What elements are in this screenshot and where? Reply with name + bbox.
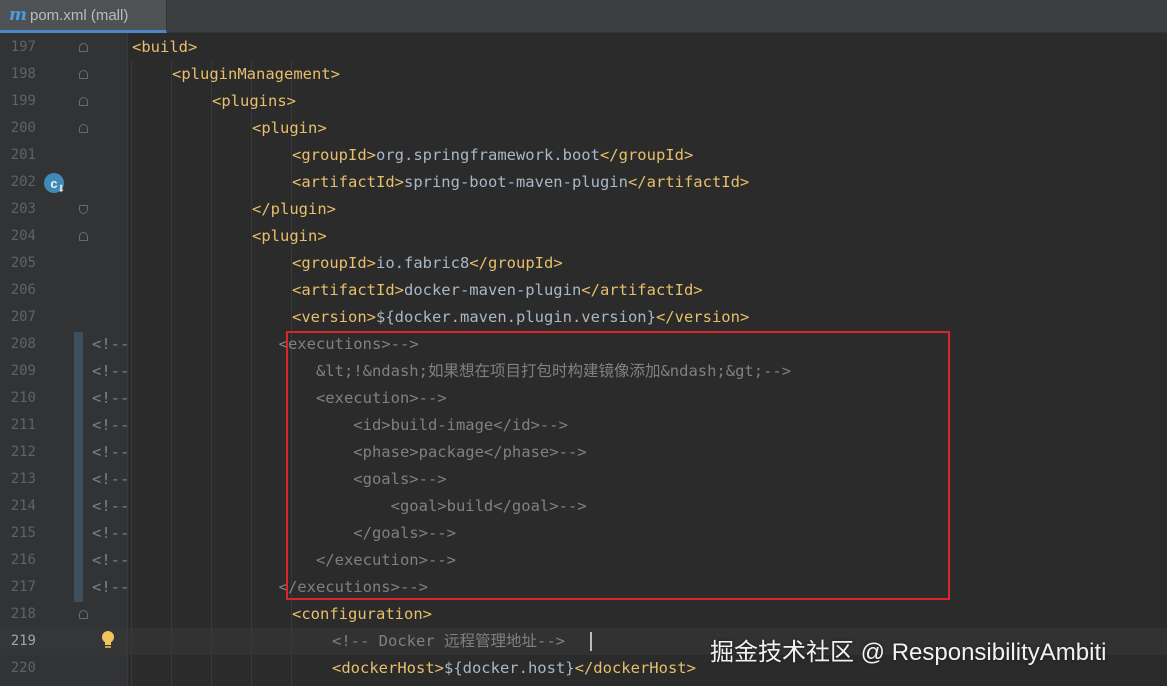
- line-number: 202: [10, 174, 36, 190]
- line-number: 203: [10, 201, 36, 217]
- xml-tag: </version>: [655, 308, 750, 326]
- tag-value: spring-boot-maven-plugin: [403, 173, 628, 191]
- code-line[interactable]: <dockerHost>${docker.host}</dockerHost>: [332, 655, 696, 682]
- line-number: 211: [10, 417, 36, 433]
- code-line[interactable]: <groupId>org.springframework.boot</group…: [292, 142, 693, 169]
- fold-marker[interactable]: [79, 232, 88, 241]
- line-number: 209: [10, 363, 36, 379]
- line-number: 208: [10, 336, 36, 352]
- line-number: 207: [10, 309, 36, 325]
- xml-tag: <version>: [292, 308, 376, 326]
- tab-bar: m pom.xml (mall): [0, 0, 1167, 33]
- xml-tag: </artifactId>: [627, 173, 750, 191]
- annotation-highlight-box: [286, 331, 950, 600]
- tab-pom-xml[interactable]: m pom.xml (mall): [0, 0, 167, 33]
- code-line[interactable]: <plugin>: [252, 223, 327, 250]
- watermark: 掘金技术社区 @ ResponsibilityAmbiti: [710, 639, 1107, 666]
- fold-marker[interactable]: [79, 205, 88, 214]
- code-line[interactable]: <pluginManagement>: [172, 61, 340, 88]
- xml-tag: <plugin>: [252, 227, 327, 245]
- line-number: 210: [10, 390, 36, 406]
- xml-tag: <configuration>: [292, 605, 432, 623]
- line-number: 215: [10, 525, 36, 541]
- tag-value: org.springframework.boot: [376, 146, 600, 164]
- line-number: 217: [10, 579, 36, 595]
- text-caret: [590, 632, 592, 651]
- fold-marker[interactable]: [79, 97, 88, 106]
- line-number: 214: [10, 498, 36, 514]
- code-line[interactable]: <configuration>: [292, 601, 432, 628]
- xml-tag: <plugins>: [212, 92, 296, 110]
- xml-tag: <dockerHost>: [332, 659, 444, 677]
- line-number: 204: [10, 228, 36, 244]
- tag-value: docker-maven-plugin: [403, 281, 582, 299]
- line-number: 200: [10, 120, 36, 136]
- xml-tag: <groupId>: [292, 254, 376, 272]
- line-number: 206: [10, 282, 36, 298]
- line-number: 219: [10, 633, 36, 649]
- line-number: 201: [10, 147, 36, 163]
- xml-tag: </groupId>: [469, 254, 563, 272]
- fold-marker[interactable]: [79, 124, 88, 133]
- vcs-change-marker[interactable]: [74, 332, 83, 602]
- code-line[interactable]: <version>${docker.maven.plugin.version}<…: [292, 304, 749, 331]
- line-number: 205: [10, 255, 36, 271]
- xml-tag: </dockerHost>: [574, 659, 696, 677]
- xml-tag: <build>: [132, 38, 198, 56]
- xml-tag: <artifactId>: [292, 281, 404, 299]
- tag-value: ${docker.host}: [443, 659, 575, 677]
- code-line[interactable]: <artifactId>spring-boot-maven-plugin</ar…: [292, 169, 749, 196]
- line-number: 212: [10, 444, 36, 460]
- tab-label: pom.xml (mall): [30, 6, 129, 24]
- line-number: 198: [10, 66, 36, 82]
- line-number: 220: [10, 660, 36, 676]
- xml-tag: <pluginManagement>: [172, 65, 340, 83]
- code-line[interactable]: <!-- Docker 远程管理地址-->: [332, 628, 565, 655]
- tag-value: io.fabric8: [376, 254, 470, 272]
- lightbulb-icon[interactable]: [98, 629, 118, 651]
- line-number: 197: [10, 39, 36, 55]
- xml-tag: </plugin>: [252, 200, 336, 218]
- fold-marker[interactable]: [79, 70, 88, 79]
- xml-tag: </artifactId>: [581, 281, 703, 299]
- arrow-down-icon: ⬇: [57, 184, 66, 195]
- fold-marker[interactable]: [79, 43, 88, 52]
- fold-marker[interactable]: [79, 610, 88, 619]
- code-line[interactable]: <build>: [132, 34, 197, 61]
- code-comment: <!-- Docker 远程管理地址-->: [332, 632, 565, 650]
- line-number: 218: [10, 606, 36, 622]
- editor-window: m pom.xml (mall) 197 198 199 200 201 202 203 20…: [0, 0, 1167, 686]
- code-line[interactable]: <plugin>: [252, 115, 327, 142]
- line-number: 213: [10, 471, 36, 487]
- tag-value: ${docker.maven.plugin.version}: [376, 308, 656, 326]
- line-number: 216: [10, 552, 36, 568]
- xml-tag: <groupId>: [292, 146, 376, 164]
- code-line[interactable]: <artifactId>docker-maven-plugin</artifac…: [292, 277, 703, 304]
- xml-tag: <artifactId>: [292, 173, 404, 191]
- line-number: 199: [10, 93, 36, 109]
- maven-m-icon: m: [9, 4, 27, 25]
- code-line[interactable]: <plugins>: [212, 88, 296, 115]
- xml-tag: <plugin>: [252, 119, 327, 137]
- code-line[interactable]: <groupId>io.fabric8</groupId>: [292, 250, 563, 277]
- code-line[interactable]: </plugin>: [252, 196, 336, 223]
- xml-tag: </groupId>: [599, 146, 694, 164]
